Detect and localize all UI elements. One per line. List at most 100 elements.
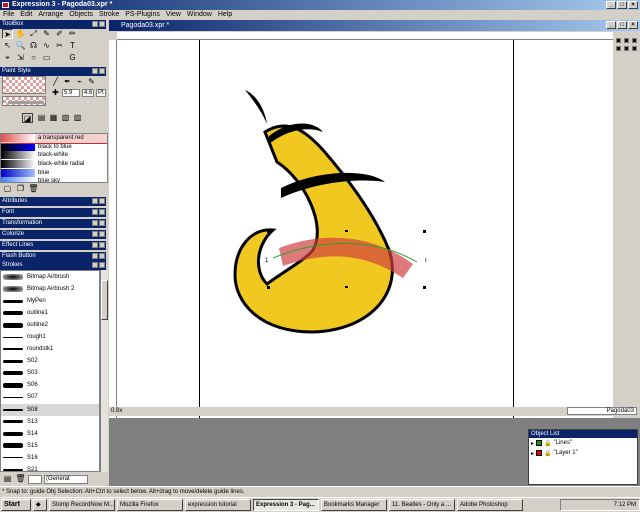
menu-help[interactable]: Help	[218, 10, 232, 20]
strokes-scrollbar[interactable]	[100, 270, 108, 472]
scroll-thumb[interactable]	[101, 280, 108, 320]
bezier-icon[interactable]: ∿	[41, 41, 52, 51]
path-edit-icon[interactable]: ☊	[28, 41, 39, 51]
task-button[interactable]: Stomp RecordNow M...	[49, 499, 115, 511]
panel-close-icon[interactable]	[99, 253, 105, 259]
panel-close-icon[interactable]	[99, 21, 105, 27]
view-icon[interactable]: ▣	[631, 38, 638, 45]
gradient-item[interactable]: a transparent red	[1, 134, 107, 144]
document-title-bar[interactable]: Pagoda03.xpr * _ □ ×	[109, 20, 640, 31]
doc-maximize-icon[interactable]: □	[617, 21, 627, 29]
stroke-item[interactable]: S08	[1, 403, 99, 416]
brush-icon[interactable]: ✐	[54, 29, 65, 39]
stroke-item[interactable]: S07	[1, 391, 99, 403]
rotate-icon[interactable]: G	[67, 53, 78, 63]
horizontal-ruler[interactable]	[117, 32, 613, 40]
panel-min-icon[interactable]	[92, 198, 98, 204]
stroke-item[interactable]: outline1	[1, 307, 99, 319]
panel-close-icon[interactable]	[99, 209, 105, 215]
stroke-item[interactable]: S03	[1, 367, 99, 379]
effect-lines-header[interactable]: Effect Lines	[0, 241, 106, 250]
panel-min-icon[interactable]	[92, 209, 98, 215]
panel-min-icon[interactable]	[92, 253, 98, 259]
stroke-opt-icon[interactable]: ▨	[72, 113, 83, 123]
task-button-active[interactable]: Expression 3 - Pag...	[253, 499, 319, 511]
artwork-svg[interactable]: 1 I	[117, 40, 613, 426]
view-icon[interactable]: ▣	[623, 38, 630, 45]
select-arrow-icon[interactable]: ➤	[2, 29, 13, 39]
menu-objects[interactable]: Objects	[69, 10, 93, 20]
selection-handle-top[interactable]	[345, 230, 348, 232]
panel-close-icon[interactable]	[99, 220, 105, 226]
task-button[interactable]: Bookmarks Manager	[321, 499, 387, 511]
close-icon[interactable]: ×	[628, 1, 638, 9]
panel-close-icon[interactable]	[99, 262, 105, 268]
task-button[interactable]: 11. Beatles - Only a ...	[389, 499, 455, 511]
view-icon[interactable]: ▣	[631, 46, 638, 53]
stroke-item[interactable]: Bitmap Airbrush	[1, 271, 99, 283]
panel-min-icon[interactable]	[92, 242, 98, 248]
stroke-dash-icon[interactable]: ▧	[60, 113, 71, 123]
stroke-item[interactable]: rough1	[1, 331, 99, 343]
stroke-item[interactable]: Bitmap Airbrush 2	[1, 283, 99, 295]
view-icon[interactable]: ▣	[615, 38, 622, 45]
handle-left[interactable]: 1	[265, 258, 269, 264]
crescent-shape[interactable]	[233, 124, 394, 334]
stroke-item[interactable]: S14	[1, 428, 99, 440]
selection-handle-tr[interactable]	[423, 230, 426, 233]
gradient-item[interactable]: black-white	[1, 151, 107, 160]
gradient-item[interactable]: black to blue	[1, 142, 107, 152]
line-icon[interactable]: ╱	[50, 77, 61, 87]
stroke-item[interactable]: S02	[1, 355, 99, 367]
selection-handle-bottom[interactable]	[345, 286, 348, 288]
ellipse-icon[interactable]: ○	[28, 53, 39, 63]
menu-ps-plugins[interactable]: PS-Plugins	[125, 10, 160, 20]
minimize-icon[interactable]: _	[606, 1, 616, 9]
gradient-item[interactable]: black-white radial	[1, 160, 107, 169]
drawing-canvas[interactable]: 1 I	[117, 40, 613, 426]
layer-row[interactable]: ▸ 🔒 "Layer 1"	[529, 448, 637, 458]
stroke-width-field[interactable]: 5.9	[62, 89, 80, 97]
trash-icon[interactable]: 🗑	[28, 184, 39, 194]
panel-close-icon[interactable]	[99, 198, 105, 204]
app-title-bar[interactable]: Expression 3 - Pagoda03.xpr * _ □ ×	[0, 0, 640, 10]
zoom-level[interactable]: 0.8x	[111, 408, 122, 414]
eyedropper-icon[interactable]: ⌁	[74, 77, 85, 87]
stroke-item[interactable]: S13	[1, 416, 99, 428]
selection-handle-tl[interactable]	[267, 230, 270, 233]
gradient-item[interactable]: blue	[1, 168, 107, 177]
lock-icon[interactable]: 🔒	[544, 440, 551, 447]
duplicate-icon[interactable]: ❐	[15, 184, 26, 194]
quicklaunch-icon[interactable]: ◆	[33, 499, 47, 511]
panel-close-icon[interactable]	[99, 242, 105, 248]
panel-close-icon[interactable]	[99, 231, 105, 237]
stroke-height-field[interactable]: 4.6	[82, 89, 94, 97]
page-name[interactable]: Pagoda03	[567, 407, 637, 415]
layer-row[interactable]: ▸ 🔒 "Lines"	[529, 438, 637, 448]
menu-window[interactable]: Window	[187, 10, 212, 20]
selection-handle-bl[interactable]	[267, 286, 270, 289]
lock-icon[interactable]: 🔒	[544, 450, 551, 457]
top-brush-stroke[interactable]	[245, 90, 267, 124]
scale-icon[interactable]: ⇲	[15, 53, 26, 63]
panel-min-icon[interactable]	[92, 231, 98, 237]
stroke-item[interactable]: MyPen	[1, 295, 99, 307]
menu-view[interactable]: View	[166, 10, 181, 20]
panel-min-icon[interactable]	[92, 68, 98, 74]
vertical-ruler[interactable]	[109, 40, 117, 426]
unit-field[interactable]: Pt	[96, 89, 106, 97]
stroke-cap-icon[interactable]: ▦	[48, 113, 59, 123]
expand-icon[interactable]: ▸	[531, 450, 534, 457]
menu-file[interactable]: File	[3, 10, 14, 20]
start-button[interactable]: Start	[1, 499, 31, 511]
font-header[interactable]: Font	[0, 208, 106, 217]
panel-min-icon[interactable]	[92, 21, 98, 27]
view-icon[interactable]: ▣	[623, 46, 630, 53]
fill-swatch[interactable]	[2, 76, 46, 94]
pen-icon[interactable]: ✎	[41, 29, 52, 39]
panel-min-icon[interactable]	[92, 220, 98, 226]
menu-arrange[interactable]: Arrange	[38, 10, 63, 20]
transformation-header[interactable]: Transformation	[0, 219, 106, 228]
object-list-header[interactable]: Object List	[529, 430, 637, 438]
colorize-header[interactable]: Colorize	[0, 230, 106, 239]
